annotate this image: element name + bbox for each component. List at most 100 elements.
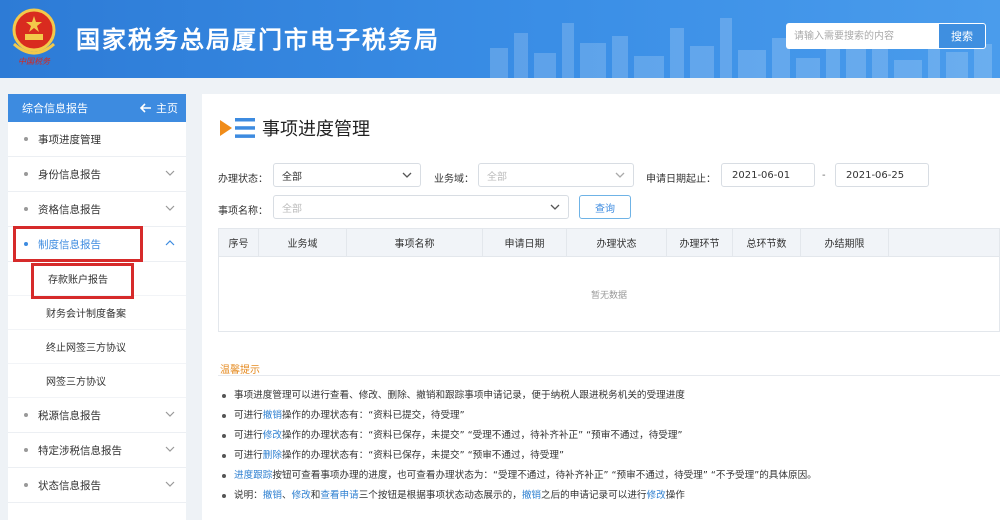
item-name-placeholder: 全部 (282, 203, 302, 215)
site-header: 中国税务 国家税务总局厦门市电子税务局 搜索 (0, 0, 1000, 78)
sidebar-item-label: 事项进度管理 (38, 133, 101, 146)
tip-text: 和 (310, 490, 321, 501)
tip-text: 操作 (665, 490, 685, 501)
tip-link[interactable]: 撤销 (263, 410, 282, 421)
sidebar-subitem-label: 财务会计制度备案 (46, 309, 126, 320)
column-header[interactable]: 办结期限 (801, 229, 889, 256)
tip-link[interactable]: 修改 (263, 430, 282, 441)
search-button[interactable]: 搜索 (938, 23, 986, 49)
sidebar-item-identity[interactable]: 身份信息报告 (8, 157, 186, 192)
tip-text: 操作的办理状态有：“资料已保存，未提交” “受理不通过，待补齐补正” “预审不通… (281, 430, 683, 441)
tip-item: 说明：撤销、修改和查看申请三个按钮是根据事项状态动态展示的，撤销之后的申请记录可… (220, 489, 1000, 509)
date-separator: - (822, 170, 826, 181)
chevron-down-icon (165, 170, 175, 176)
sidebar-item-specific-tax[interactable]: 特定涉税信息报告 (8, 433, 186, 468)
bullet-icon (222, 394, 226, 398)
start-date-input[interactable]: 2021-06-01 (721, 163, 815, 187)
bullet-icon (24, 448, 28, 452)
tip-text: 之后的申请记录可以进行 (541, 490, 647, 501)
tip-item: 可进行修改操作的办理状态有：“资料已保存，未提交” “受理不通过，待补齐补正” … (220, 429, 1000, 449)
chevron-down-icon (550, 204, 560, 210)
tip-text: 事项进度管理可以进行查看、修改、删除、撤销和跟踪事项申请记录，便于纳税人跟进税务… (234, 390, 685, 401)
bullet-icon (222, 434, 226, 438)
item-name-select[interactable]: 全部 (273, 195, 569, 219)
bullet-icon (24, 172, 28, 176)
tip-item: 可进行删除操作的办理状态有：“资料已保存，未提交” “预审不通过，待受理” (220, 449, 1000, 469)
column-header[interactable]: 办理环节 (667, 229, 733, 256)
sidebar-item-progress[interactable]: 事项进度管理 (8, 122, 186, 157)
column-header[interactable]: 业务域 (259, 229, 347, 256)
chevron-down-icon (165, 411, 175, 417)
tip-item: 进度跟踪按钮可查看事项办理的进度，也可查看办理状态为：“受理不通过，待补齐补正”… (220, 469, 1000, 489)
back-arrow-icon (140, 103, 151, 113)
chevron-down-icon (402, 172, 412, 178)
sidebar-subitem-terminate-agreement[interactable]: 终止网签三方协议 (8, 330, 186, 364)
emblem-caption: 中国税务 (18, 57, 50, 66)
tip-text: 说明： (234, 490, 263, 501)
date-range-label: 申请日期起止： (646, 174, 716, 185)
sidebar-item-status[interactable]: 状态信息报告 (8, 468, 186, 503)
sidebar-title: 综合信息报告 (22, 102, 88, 115)
domain-select[interactable]: 全部 (478, 163, 634, 187)
tips-list: 事项进度管理可以进行查看、修改、删除、撤销和跟踪事项申请记录，便于纳税人跟进税务… (220, 389, 1000, 509)
bullet-icon (24, 137, 28, 141)
query-button[interactable]: 查询 (579, 195, 631, 219)
page-header: 事项进度管理 (218, 114, 370, 142)
domain-select-placeholder: 全部 (487, 171, 507, 183)
column-header[interactable]: 总环节数 (733, 229, 801, 256)
sidebar-item-tax-source[interactable]: 税源信息报告 (8, 398, 186, 433)
tip-link[interactable]: 删除 (263, 450, 282, 461)
status-select-value: 全部 (282, 171, 302, 183)
tip-text: 按钮可查看事项办理的进度，也可查看办理状态为：“受理不通过，待补齐补正” “预审… (272, 470, 817, 481)
home-label: 主页 (156, 102, 178, 115)
site-title: 国家税务总局厦门市电子税务局 (76, 26, 440, 54)
tips-title: 温馨提示 (220, 365, 260, 376)
status-label: 办理状态： (218, 174, 268, 185)
chevron-up-icon (165, 240, 175, 246)
table-header: 序号 业务域 事项名称 申请日期 办理状态 办理环节 总环节数 办结期限 (219, 229, 999, 257)
tip-link[interactable]: 撤销 (263, 490, 282, 501)
chevron-down-icon (165, 446, 175, 452)
sidebar-item-label: 特定涉税信息报告 (38, 444, 122, 457)
results-table: 序号 业务域 事项名称 申请日期 办理状态 办理环节 总环节数 办结期限 暂无数… (218, 228, 1000, 332)
sidebar: 综合信息报告 主页 事项进度管理 身份信息报告 资格信息报告 制度信息报告 存款… (8, 94, 186, 520)
tip-text: 操作的办理状态有：“资料已保存，未提交” “预审不通过，待受理” (281, 450, 564, 461)
column-header[interactable]: 申请日期 (483, 229, 567, 256)
sidebar-item-qualification[interactable]: 资格信息报告 (8, 192, 186, 227)
page-title: 事项进度管理 (262, 119, 370, 140)
highlight-box-deposit-account (31, 263, 134, 299)
tip-text: 可进行 (234, 450, 263, 461)
sidebar-subitem-label: 终止网签三方协议 (46, 343, 126, 354)
tip-text: 可进行 (234, 410, 263, 421)
bullet-icon (24, 483, 28, 487)
chevron-down-icon (165, 481, 175, 487)
domain-label: 业务域： (434, 174, 474, 185)
end-date-input[interactable]: 2021-06-25 (835, 163, 929, 187)
column-header[interactable]: 事项名称 (347, 229, 483, 256)
list-arrow-icon (220, 118, 255, 138)
tip-text: 可进行 (234, 430, 263, 441)
bullet-icon (24, 413, 28, 417)
tip-link[interactable]: 修改 (647, 490, 666, 501)
sidebar-item-label: 状态信息报告 (38, 479, 101, 492)
column-header[interactable]: 序号 (219, 229, 259, 256)
tip-item: 可进行撤销操作的办理状态有：“资料已提交，待受理” (220, 409, 1000, 429)
tip-link[interactable]: 进度跟踪 (234, 470, 272, 481)
tip-text: 操作的办理状态有：“资料已提交，待受理” (281, 410, 465, 421)
search-input[interactable] (786, 23, 938, 49)
tip-item: 事项进度管理可以进行查看、修改、删除、撤销和跟踪事项申请记录，便于纳税人跟进税务… (220, 389, 1000, 409)
sidebar-subitem-accounting-filing[interactable]: 财务会计制度备案 (8, 296, 186, 330)
home-link[interactable]: 主页 (140, 100, 178, 116)
sidebar-item-label: 资格信息报告 (38, 203, 101, 216)
sidebar-subitem-online-agreement[interactable]: 网签三方协议 (8, 364, 186, 398)
main-panel: 事项进度管理 办理状态： 全部 业务域： 全部 申请日期起止： 2021-06-… (202, 94, 1000, 520)
bullet-icon (222, 414, 226, 418)
highlight-box-system-report (13, 226, 143, 262)
tip-link[interactable]: 查看申请 (320, 490, 358, 501)
tip-link[interactable]: 撤销 (522, 490, 541, 501)
tip-link[interactable]: 修改 (292, 490, 311, 501)
sidebar-item-label: 税源信息报告 (38, 409, 101, 422)
status-select[interactable]: 全部 (273, 163, 421, 187)
column-header[interactable]: 办理状态 (567, 229, 667, 256)
sidebar-subitem-label: 网签三方协议 (46, 377, 106, 388)
